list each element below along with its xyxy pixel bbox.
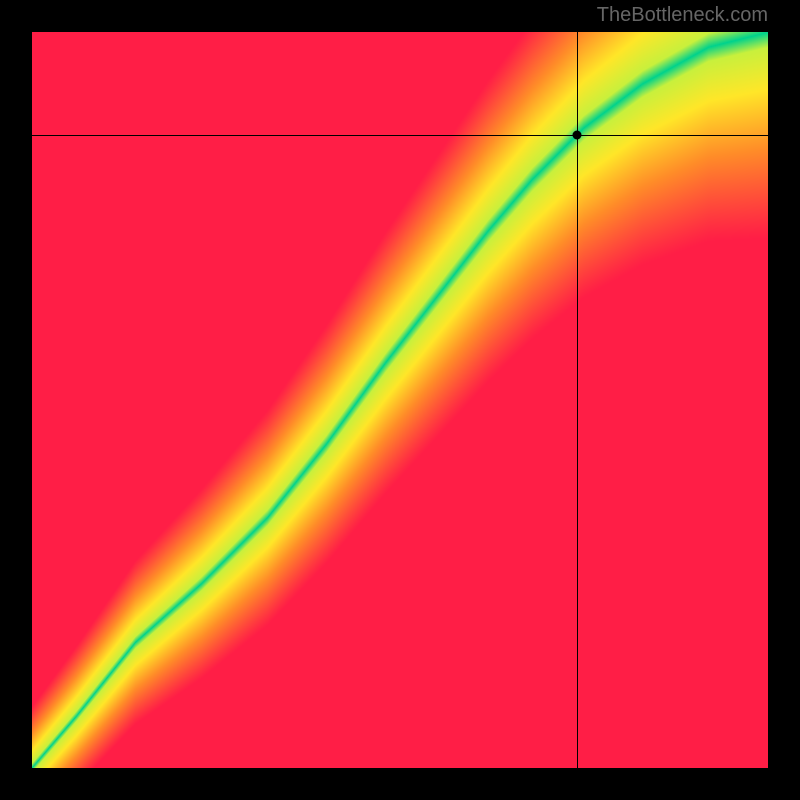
heatmap-chart <box>32 32 768 768</box>
intersection-marker <box>572 131 581 140</box>
crosshair-vertical <box>577 32 578 768</box>
heatmap-canvas <box>32 32 768 768</box>
crosshair-horizontal <box>32 135 768 136</box>
watermark-text: TheBottleneck.com <box>597 4 768 27</box>
chart-container: TheBottleneck.com <box>0 0 800 800</box>
